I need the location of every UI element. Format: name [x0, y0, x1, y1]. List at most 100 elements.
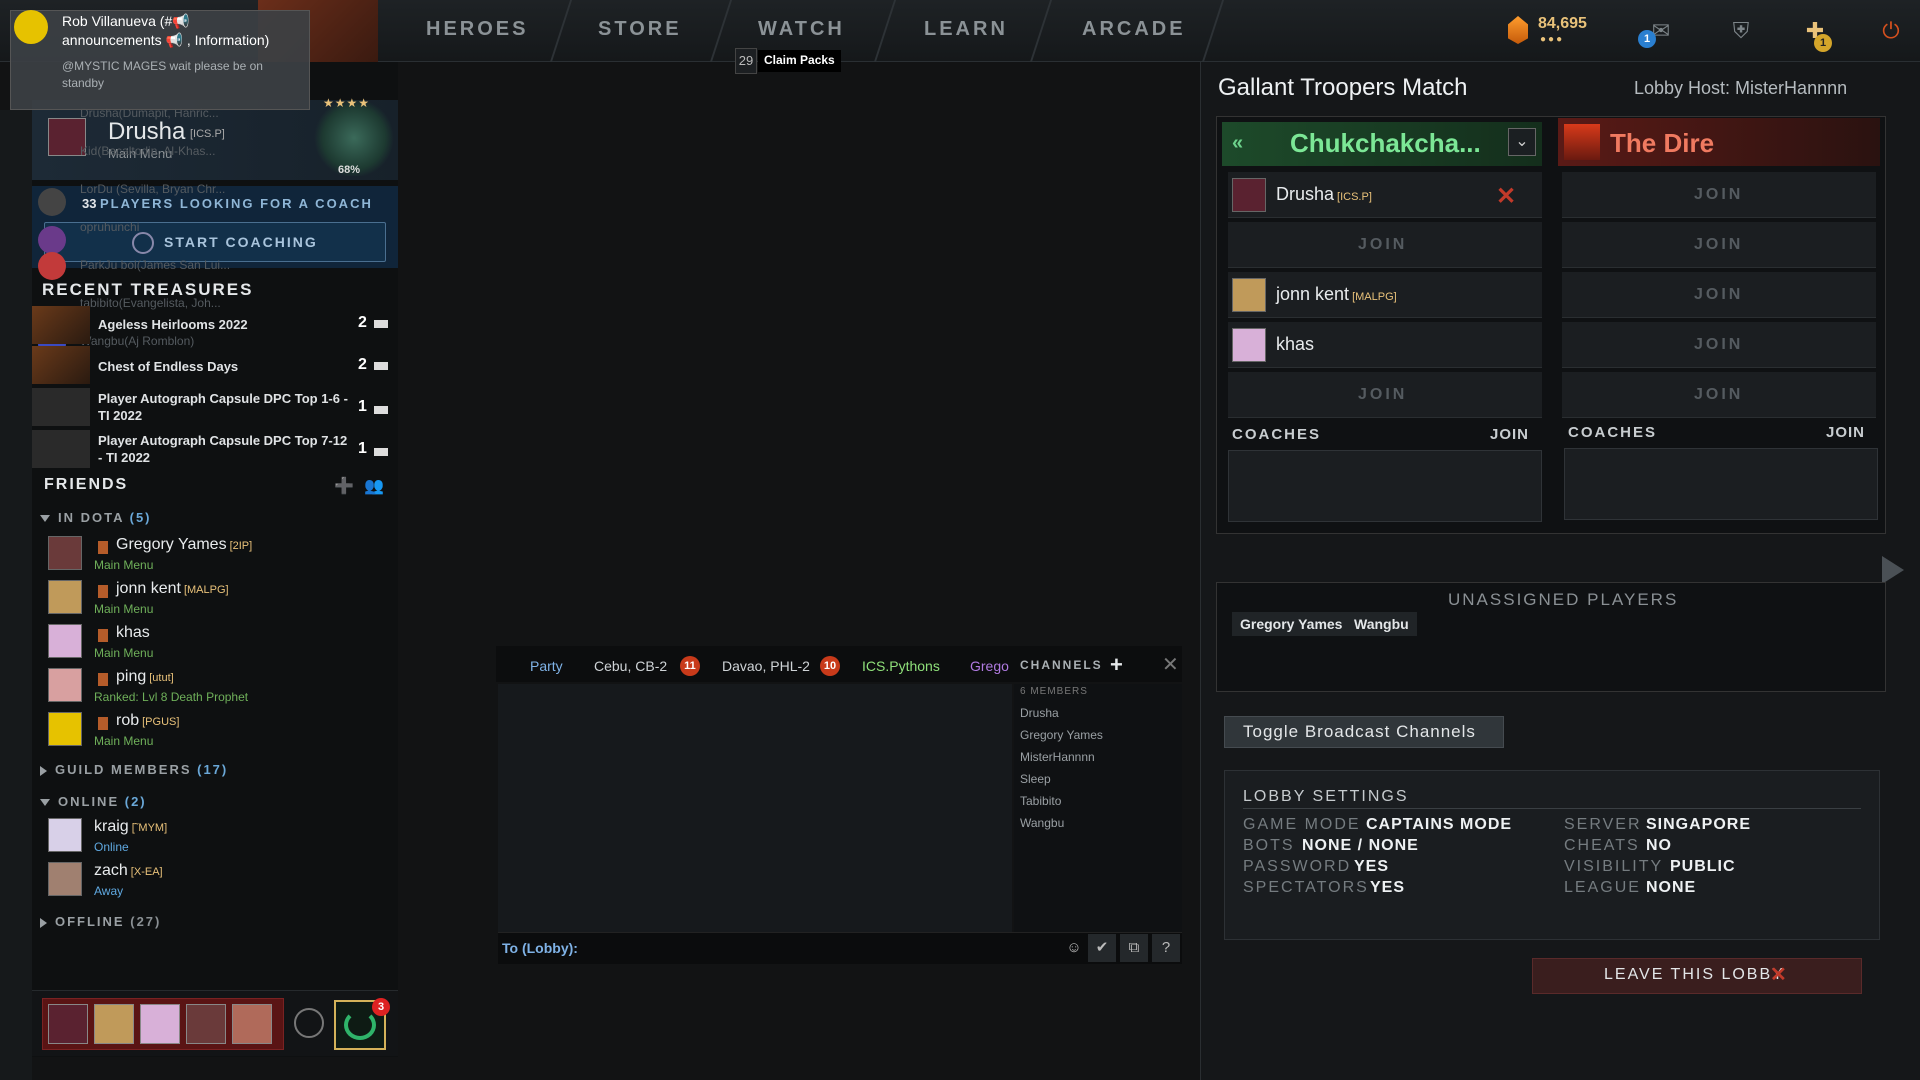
- members-count: 6 MEMBERS: [1020, 686, 1088, 697]
- add-friend-icon[interactable]: ➕: [334, 476, 356, 495]
- kick-icon[interactable]: ✕: [1496, 182, 1516, 211]
- treasure-name[interactable]: Player Autograph Capsule DPC Top 7-12 - …: [98, 432, 348, 466]
- armory-icon[interactable]: ⛨: [1724, 14, 1758, 48]
- avatar[interactable]: [38, 226, 66, 254]
- party-member-avatar[interactable]: [186, 1004, 226, 1044]
- dire-coach-join[interactable]: JOIN: [1826, 424, 1865, 441]
- friends-group-icon[interactable]: 👥: [364, 476, 388, 495]
- treasure-image[interactable]: [32, 306, 90, 344]
- setting-value: NO: [1646, 837, 1672, 854]
- chat-tab-grego[interactable]: Grego: [970, 658, 1009, 674]
- chevron-down-icon[interactable]: ⌄: [1508, 128, 1536, 156]
- chat-tab-party[interactable]: Party: [530, 658, 563, 674]
- treasure-name[interactable]: Ageless Heirlooms 2022: [98, 316, 348, 333]
- member-item[interactable]: Drusha: [1020, 706, 1059, 720]
- radiant-coach-slot[interactable]: [1228, 450, 1542, 522]
- help-icon[interactable]: ?: [1152, 934, 1180, 962]
- voice-chat-icon[interactable]: [294, 1008, 324, 1038]
- claim-packs-count[interactable]: 29: [735, 48, 757, 74]
- treasure-image[interactable]: [32, 346, 90, 384]
- friend-status: Main Menu: [94, 602, 154, 616]
- avatar[interactable]: [48, 668, 82, 702]
- friend-name[interactable]: zach [X-EA]: [94, 862, 163, 880]
- join-slot-label: JOIN: [1694, 236, 1744, 253]
- friend-name[interactable]: Gregory Yames [2IP]: [116, 536, 252, 554]
- ghost-friend-item: opruhunchi: [80, 220, 140, 234]
- chat-messages[interactable]: [498, 684, 1012, 932]
- claim-packs-tooltip[interactable]: Claim Packs: [758, 50, 841, 72]
- treasure-count: 2: [358, 356, 367, 373]
- avatar[interactable]: [38, 188, 66, 216]
- chat-tab-davao[interactable]: Davao, PHL-2: [722, 658, 810, 674]
- setting-key: PASSWORD: [1243, 858, 1352, 875]
- group-guild-members[interactable]: GUILD MEMBERS (17): [40, 762, 228, 777]
- chat-tab-cebu[interactable]: Cebu, CB-2: [594, 658, 667, 674]
- avatar[interactable]: [48, 818, 82, 852]
- friend-name[interactable]: rob [PGUS]: [116, 712, 179, 730]
- treasure-ticket-icon: [374, 362, 388, 370]
- member-item[interactable]: Wangbu: [1020, 816, 1064, 830]
- nav-watch[interactable]: WATCH: [758, 18, 845, 41]
- nav-arcade[interactable]: ARCADE: [1082, 18, 1186, 41]
- channels-label[interactable]: CHANNELS: [1020, 658, 1103, 672]
- emoji-icon[interactable]: ☺: [1060, 934, 1088, 962]
- chat-recipient: To (Lobby):: [502, 940, 578, 956]
- friend-name[interactable]: kraig [˜MYM]: [94, 818, 167, 836]
- discord-icon[interactable]: [38, 252, 66, 280]
- treasure-name[interactable]: Chest of Endless Days: [98, 358, 348, 375]
- power-icon[interactable]: ⏻: [1874, 14, 1908, 48]
- party-member-avatar[interactable]: [232, 1004, 272, 1044]
- treasure-name[interactable]: Player Autograph Capsule DPC Top 1-6 - T…: [98, 390, 348, 424]
- ghost-friend-item: Wangbu(Aj Romblon): [80, 334, 195, 348]
- unassigned-player[interactable]: Wangbu: [1346, 612, 1417, 636]
- join-slot-label: JOIN: [1358, 236, 1408, 253]
- setting-value: NONE: [1646, 879, 1697, 896]
- chat-share-icon[interactable]: ⧉: [1120, 934, 1148, 962]
- lobby-host: Lobby Host: MisterHannnn: [1634, 78, 1848, 98]
- rank-stars: ★★★★: [323, 96, 371, 110]
- group-in-dota[interactable]: IN DOTA (5): [40, 510, 152, 525]
- profile-name[interactable]: Drusha: [108, 118, 185, 146]
- nav-heroes[interactable]: HEROES: [426, 18, 528, 41]
- shards-balance[interactable]: 84,695: [1538, 15, 1587, 33]
- rank-badge-icon: [98, 541, 108, 554]
- avatar[interactable]: [48, 580, 82, 614]
- friend-status: Main Menu: [94, 558, 154, 572]
- plus-badge: 1: [1814, 34, 1832, 52]
- toggle-broadcast-label: Toggle Broadcast Channels: [1243, 722, 1476, 741]
- chevron-right-icon[interactable]: [1882, 556, 1904, 584]
- check-icon[interactable]: ✔: [1088, 934, 1116, 962]
- group-offline[interactable]: OFFLINE (27): [40, 914, 161, 929]
- party-member-avatar[interactable]: [140, 1004, 180, 1044]
- avatar[interactable]: [48, 536, 82, 570]
- friend-name[interactable]: jonn kent [MALPG]: [116, 580, 229, 598]
- member-item[interactable]: Tabibito: [1020, 794, 1061, 808]
- party-member-avatar[interactable]: [48, 1004, 88, 1044]
- close-icon[interactable]: ✕: [1162, 652, 1179, 677]
- member-item[interactable]: Sleep: [1020, 772, 1051, 786]
- notification-title: Rob Villanueva (#📢 announcements 📢 , Inf…: [62, 13, 270, 48]
- radiant-coach-join[interactable]: JOIN: [1490, 426, 1529, 443]
- group-online[interactable]: ONLINE (2): [40, 794, 147, 809]
- nav-store[interactable]: STORE: [598, 18, 682, 41]
- unassigned-player[interactable]: Gregory Yames: [1232, 612, 1351, 636]
- treasure-image[interactable]: [32, 388, 90, 426]
- friend-name[interactable]: khas: [116, 624, 150, 642]
- avatar[interactable]: [48, 862, 82, 896]
- avatar[interactable]: [48, 624, 82, 658]
- party-member-avatar[interactable]: [94, 1004, 134, 1044]
- add-channel-icon[interactable]: +: [1110, 652, 1123, 678]
- friend-name[interactable]: ping [utut]: [116, 668, 174, 686]
- friend-status: Main Menu: [94, 646, 154, 660]
- lobby-settings-title: LOBBY SETTINGS: [1243, 788, 1409, 805]
- chat-tab-ics-pythons[interactable]: ICS.Pythons: [862, 658, 940, 674]
- nav-learn[interactable]: LEARN: [924, 18, 1008, 41]
- coach-count: 33: [82, 196, 97, 211]
- member-item[interactable]: Gregory Yames: [1020, 728, 1103, 742]
- recent-treasures-title: RECENT TREASURES: [42, 280, 254, 299]
- avatar[interactable]: [48, 712, 82, 746]
- treasure-image[interactable]: [32, 430, 90, 468]
- dire-coach-slot[interactable]: [1564, 448, 1878, 520]
- group-label: GUILD MEMBERS: [55, 762, 192, 777]
- member-item[interactable]: MisterHannnn: [1020, 750, 1095, 764]
